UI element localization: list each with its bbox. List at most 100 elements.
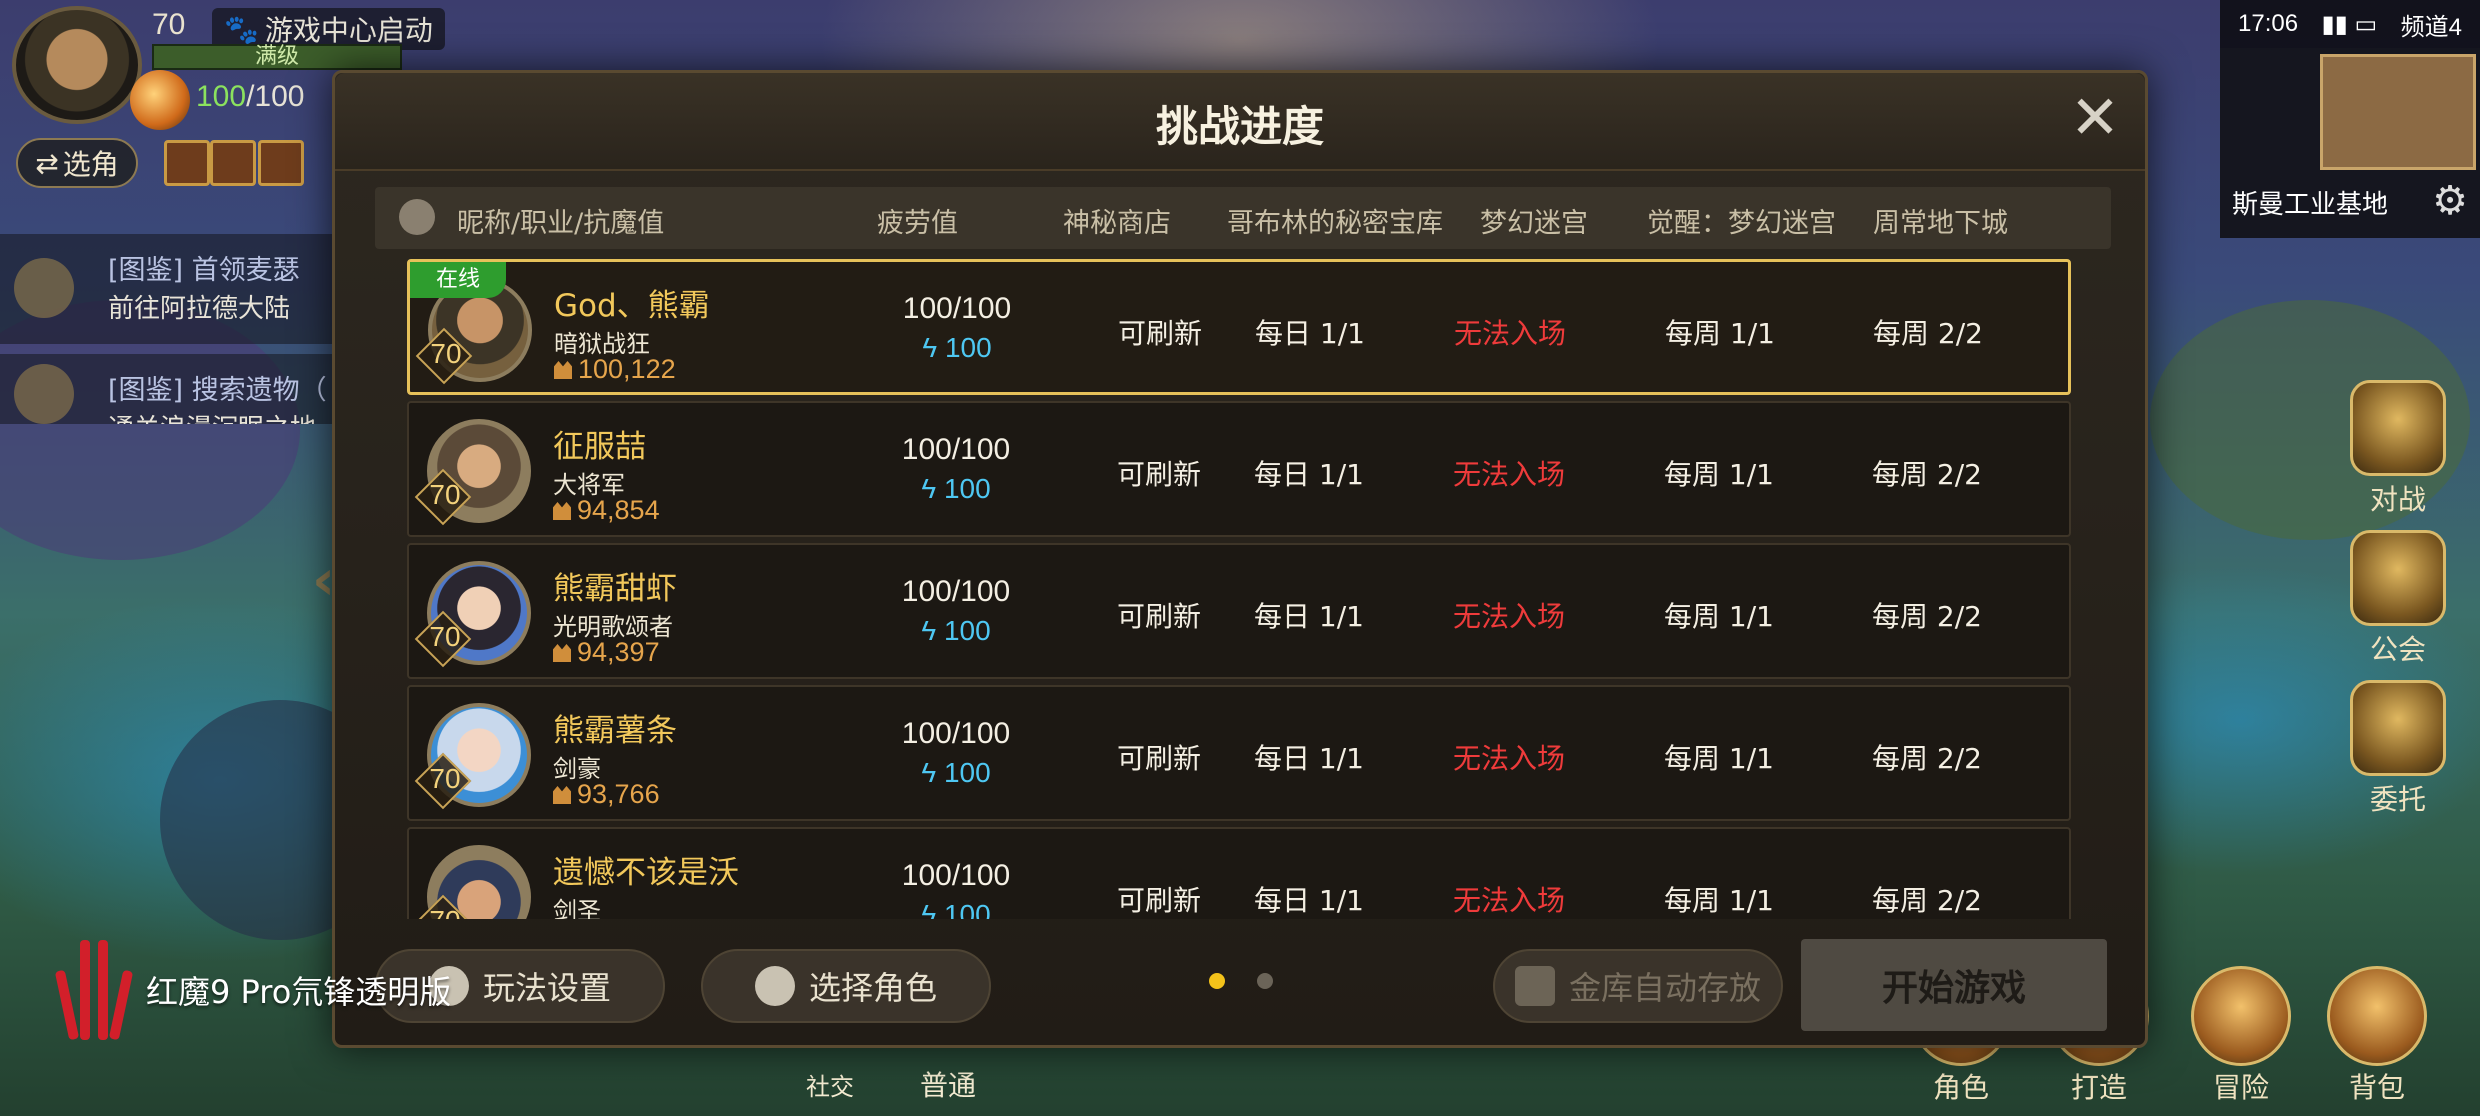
fatigue-value: 100/100 — [901, 575, 1011, 608]
auto-store-button[interactable]: 金库自动存放 — [1493, 949, 1783, 1023]
character-name: God、熊霸 — [554, 288, 710, 324]
awaken-maze-status: 每周 1/1 — [1664, 458, 1774, 491]
signal-icon: ▮▮ ▭ — [2321, 10, 2378, 38]
shop-status: 可刷新 — [1116, 884, 1201, 917]
minimap[interactable]: 斯曼工业基地 ⚙ — [2220, 48, 2480, 238]
select-character-button[interactable]: 选择角色 — [701, 949, 991, 1023]
table-row[interactable]: 70 遗憾不该是沃 剑圣 100/100 ϟ 100 可刷新 每日 1/1 无法… — [407, 827, 2071, 919]
dialog-header: 挑战进度 ✕ — [335, 73, 2145, 171]
fatigue-regen-number: 100 — [943, 899, 991, 919]
commission-label: 委托 — [2369, 783, 2426, 816]
pvp-button[interactable]: 对战 — [2348, 380, 2448, 518]
fatigue-value: 100/100 — [901, 433, 1011, 466]
anti-magic-value: 94,397 — [553, 637, 660, 668]
fatigue-value: 100/100 — [902, 292, 1012, 325]
player-avatar[interactable] — [12, 6, 142, 124]
device-watermark: 红魔9 Pro氘锋透明版 — [54, 940, 451, 1041]
shop-status: 可刷新 — [1117, 317, 1202, 350]
character-select-icon — [754, 966, 795, 1006]
fatigue-regen-number: 100 — [943, 757, 991, 788]
character-name: 熊霸甜虾 — [553, 571, 677, 607]
shield-icon — [2350, 530, 2446, 626]
goblin-status: 每日 1/1 — [1254, 458, 1364, 491]
auto-store-label: 金库自动存放 — [1568, 969, 1761, 1007]
shop-status: 可刷新 — [1116, 742, 1201, 775]
weekly-dungeon-status: 每周 2/2 — [1872, 884, 1982, 917]
dialog-title: 挑战进度 — [1155, 102, 1324, 151]
quest-title: [图鉴] 首领麦瑟 — [108, 255, 300, 286]
table-header: 昵称/职业/抗魔值 疲劳值 神秘商店 哥布林的秘密宝库 梦幻迷宫 觉醒：梦幻迷宫… — [375, 187, 2111, 249]
shop-status: 可刷新 — [1116, 600, 1201, 633]
awaken-maze-status: 每周 1/1 — [1665, 317, 1775, 350]
bag-label: 背包 — [2348, 1071, 2405, 1104]
table-row[interactable]: 70 熊霸甜虾 光明歌颂者 94,397 100/100 ϟ 100 可刷新 每… — [407, 543, 2071, 679]
bag-button[interactable]: 背包 — [2322, 966, 2432, 1106]
crown-icon — [553, 502, 571, 520]
compass-icon — [2191, 966, 2291, 1066]
goblin-status: 每日 1/1 — [1255, 317, 1365, 350]
character-name: 征服喆 — [553, 429, 646, 465]
select-character-label: 选择角色 — [808, 969, 937, 1007]
column-header-fatigue: 疲劳值 — [877, 208, 958, 239]
minimap-image[interactable] — [2320, 54, 2476, 170]
start-game-button[interactable]: 开始游戏 — [1801, 939, 2107, 1031]
crossed-swords-icon — [2350, 380, 2446, 476]
character-class: 剑圣 — [553, 897, 601, 919]
maze-status: 无法入场 — [1452, 458, 1565, 491]
character-list[interactable]: 在线 70 God、熊霸 暗狱战狂 100,122 100/100 ϟ 100 … — [335, 259, 2145, 919]
switch-character-button[interactable]: ⇄ 选角 — [16, 138, 138, 188]
close-icon[interactable]: ✕ — [2065, 88, 2125, 151]
weekly-dungeon-status: 每周 2/2 — [1873, 317, 1983, 350]
quest-tracker-item[interactable]: [图鉴] 首领麦瑟 前往阿拉德大陆 — [0, 234, 340, 344]
scroll-icon — [14, 258, 74, 318]
buff-slot[interactable] — [210, 140, 256, 186]
buff-slot[interactable] — [258, 140, 304, 186]
guild-label: 公会 — [2369, 633, 2426, 666]
row-level: 70 — [430, 338, 462, 369]
vault-icon — [1514, 966, 1555, 1006]
column-header-goblin: 哥布林的秘密宝库 — [1227, 208, 1443, 239]
anti-magic-number: 94,854 — [577, 495, 660, 525]
character-name: 遗憾不该是沃 — [553, 855, 739, 891]
maze-status: 无法入场 — [1453, 317, 1566, 350]
lightning-icon: ϟ — [921, 615, 944, 646]
hud-fatigue-max: /100 — [246, 80, 305, 113]
row-level: 70 — [429, 479, 461, 510]
gear-icon[interactable]: ⚙ — [2432, 178, 2468, 224]
adventure-label: 冒险 — [2212, 1071, 2269, 1104]
clock: 17:06 — [2238, 10, 2299, 37]
paw-icon: 🐾 — [224, 12, 259, 46]
table-row[interactable]: 70 熊霸薯条 剑豪 93,766 100/100 ϟ 100 可刷新 每日 1… — [407, 685, 2071, 821]
switch-character-label: 选角 — [62, 148, 119, 181]
buff-slot[interactable] — [164, 140, 210, 186]
weekly-dungeon-status: 每周 2/2 — [1872, 600, 1982, 633]
anti-magic-number: 94,397 — [577, 637, 660, 667]
crown-icon — [554, 361, 572, 379]
table-row[interactable]: 在线 70 God、熊霸 暗狱战狂 100,122 100/100 ϟ 100 … — [407, 259, 2071, 395]
quest-subtitle: 前往阿拉德大陆 — [108, 294, 291, 324]
fatigue-regen-number: 100 — [943, 473, 991, 504]
character-head-icon — [399, 199, 435, 235]
fatigue-value: 100/100 — [901, 717, 1011, 750]
column-header-name: 昵称/职业/抗魔值 — [457, 208, 665, 239]
pvp-label: 对战 — [2369, 483, 2426, 516]
table-row[interactable]: 70 征服喆 大将军 94,854 100/100 ϟ 100 可刷新 每日 1… — [407, 401, 2071, 537]
weekly-dungeon-status: 每周 2/2 — [1872, 742, 1982, 775]
location-name: 斯曼工业基地 — [2232, 190, 2389, 220]
fatigue-regen-number: 100 — [944, 332, 992, 363]
page-indicator-active — [1209, 973, 1225, 989]
lightning-icon: ϟ — [921, 757, 944, 788]
forge-label: 打造 — [2070, 1071, 2127, 1104]
anti-magic-number: 100,122 — [578, 354, 676, 384]
page-indicator[interactable] — [1257, 973, 1273, 989]
chat-mode-label[interactable]: 普通 — [920, 1064, 976, 1104]
quest-tracker-item[interactable]: [图鉴] 搜索遗物（ 通关浪漫沉眠之地 — [0, 354, 340, 424]
guild-button[interactable]: 公会 — [2348, 530, 2448, 668]
awaken-maze-status: 每周 1/1 — [1664, 600, 1774, 633]
online-badge: 在线 — [410, 262, 506, 298]
adventure-button[interactable]: 冒险 — [2186, 966, 2296, 1106]
fatigue-orb-icon — [130, 70, 190, 130]
social-label[interactable]: 社交 — [806, 1067, 854, 1102]
challenge-progress-dialog: 挑战进度 ✕ 昵称/职业/抗魔值 疲劳值 神秘商店 哥布林的秘密宝库 梦幻迷宫 … — [332, 70, 2148, 1048]
commission-button[interactable]: 委托 — [2348, 680, 2448, 818]
